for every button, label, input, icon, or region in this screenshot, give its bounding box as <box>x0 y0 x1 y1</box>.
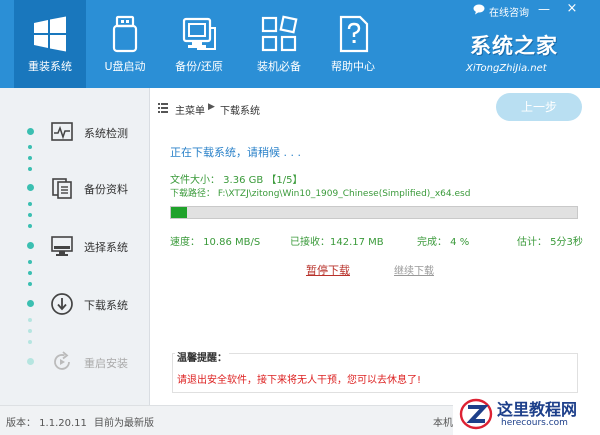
step-dot <box>28 156 32 160</box>
backup-restore-icon <box>182 17 216 50</box>
breadcrumb-main-menu[interactable]: 主菜单 <box>175 102 205 117</box>
step-label: 备份资料 <box>84 183 128 196</box>
minimize-button[interactable]: — <box>537 2 551 16</box>
nav-label: U盘启动 <box>104 60 146 73</box>
step-dot <box>27 242 34 249</box>
nav-backup-restore[interactable]: 备份/还原 <box>163 0 235 88</box>
download-icon <box>51 293 73 315</box>
nav-label: 备份/还原 <box>175 60 223 73</box>
tip-title: 温馨提醒： <box>175 349 229 364</box>
tip-text: 请退出安全软件，接下来将无人干预，您可以去休息了! <box>177 375 422 386</box>
file-size: 文件大小： 3.36 GB 【1/5】 <box>170 175 303 186</box>
step-label: 下载系统 <box>84 299 128 312</box>
nav-label: 装机必备 <box>257 60 301 73</box>
consult-label: 在线咨询 <box>489 8 529 19</box>
windows-logo-icon <box>34 16 66 52</box>
resume-download-link[interactable]: 继续下载 <box>394 262 434 277</box>
site-watermark: 这里教程网 herecours.com <box>453 393 600 435</box>
step-dot <box>28 329 32 333</box>
previous-step-button[interactable]: 上一步 <box>496 93 582 121</box>
monitor-pulse-icon <box>51 122 73 141</box>
step-dot <box>28 260 32 264</box>
step-system-check: 系统检测 <box>50 120 150 148</box>
step-label: 系统检测 <box>84 127 128 140</box>
step-dot <box>27 184 34 191</box>
download-status: 正在下载系统，请稍候 . . . <box>170 146 301 159</box>
step-dot <box>28 145 32 149</box>
update-status: 目前为最新版 <box>94 418 154 429</box>
step-select-system: 选择系统 <box>50 234 150 262</box>
download-panel: 主菜单 ▶ 下载系统 上一步 正在下载系统，请稍候 . . . 文件大小： 3.… <box>150 88 600 405</box>
step-dot <box>28 213 32 217</box>
step-dot <box>28 167 32 171</box>
brand-url: XiTongZhiJia.net <box>466 63 547 74</box>
nav-usb-boot[interactable]: U盘启动 <box>89 0 161 88</box>
version-label: 版本： 1.1.20.11 <box>6 418 87 429</box>
step-label: 重启安装 <box>84 357 128 370</box>
machine-label: 本机 <box>433 418 453 429</box>
usb-drive-icon <box>112 15 138 53</box>
watermark-logo-icon <box>459 398 493 430</box>
percent-complete: 完成： 4 % <box>417 237 470 248</box>
chat-bubble-icon <box>473 4 485 15</box>
nav-help-center[interactable]: 帮助中心 <box>317 0 389 88</box>
step-dot <box>28 202 32 206</box>
step-label: 选择系统 <box>84 241 128 254</box>
step-dot <box>27 358 34 365</box>
warm-tip-box: 温馨提醒： 请退出安全软件，接下来将无人干预，您可以去休息了! <box>172 349 578 393</box>
bytes-received: 已接收：142.17 MB <box>290 237 384 248</box>
step-dot <box>28 282 32 286</box>
breadcrumb-current: 下载系统 <box>220 106 260 117</box>
step-sidebar: 系统检测 备份资料 选择系统 下载系统 重启安装 <box>0 88 150 405</box>
top-header: 重装系统 U盘启动 备份/还原 装机必备 帮助中心 在线咨询 — × 系统之家 … <box>0 0 600 88</box>
close-button[interactable]: × <box>565 2 579 16</box>
documents-icon <box>52 178 72 199</box>
step-dot <box>28 340 32 344</box>
brand-logo: 系统之家 XiTongZhiJia.net <box>466 30 590 76</box>
step-restart-install: 重启安装 <box>50 350 150 378</box>
download-progress-fill <box>171 207 188 218</box>
time-remaining: 估计： 5分3秒 <box>517 237 583 248</box>
nav-reinstall-system[interactable]: 重装系统 <box>14 0 86 88</box>
watermark-url: herecours.com <box>501 418 568 428</box>
download-progress-bar <box>170 206 578 219</box>
step-dot <box>28 224 32 228</box>
step-dot <box>28 318 32 322</box>
nav-label: 帮助中心 <box>331 60 375 73</box>
help-document-icon <box>339 15 369 53</box>
step-dot <box>27 300 34 307</box>
step-dot <box>28 271 32 275</box>
step-dot <box>27 128 34 135</box>
watermark-name: 这里教程网 <box>497 400 578 419</box>
step-download-system: 下载系统 <box>50 292 150 320</box>
restart-icon <box>54 351 70 370</box>
desktop-icon <box>51 236 73 256</box>
nav-label: 重装系统 <box>28 60 72 73</box>
step-backup-data: 备份资料 <box>50 176 150 204</box>
pause-download-link[interactable]: 暂停下载 <box>306 262 350 278</box>
brand-name: 系统之家 <box>470 34 558 58</box>
nav-essential-software[interactable]: 装机必备 <box>243 0 315 88</box>
breadcrumb-arrow-icon: ▶ <box>208 102 215 112</box>
main-area: 系统检测 备份资料 选择系统 下载系统 重启安装 主菜单 ▶ 下载系统 上一步 … <box>0 88 600 405</box>
menu-icon <box>158 103 168 113</box>
apps-grid-icon <box>261 15 298 52</box>
download-speed: 速度： 10.86 MB/S <box>170 237 261 248</box>
download-path: 下载路径： F:\XTZJ\zitong\Win10_1909_Chinese(… <box>170 189 471 199</box>
